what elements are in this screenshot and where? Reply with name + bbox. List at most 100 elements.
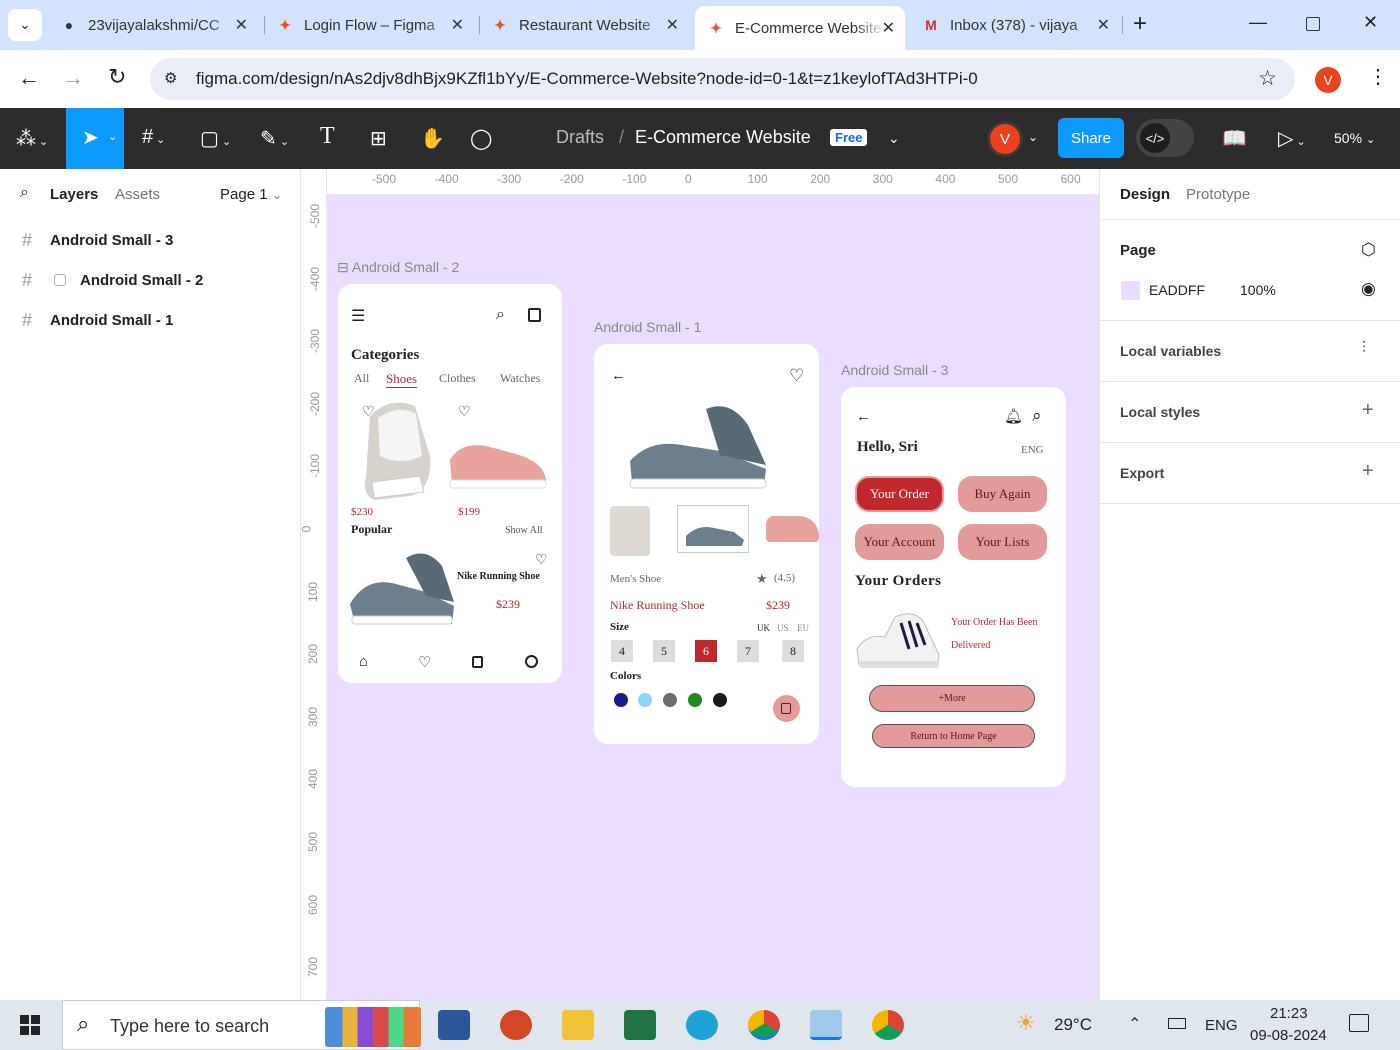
frame-label-android-small-3[interactable]: Android Small - 3 (841, 362, 948, 378)
search-icon[interactable]: ⌕ (20, 184, 29, 202)
powerpoint-icon[interactable] (500, 1010, 532, 1040)
size-unit-us[interactable]: US (777, 623, 789, 633)
clock-time[interactable]: 21:23 (1270, 1005, 1308, 1022)
share-button[interactable]: Share (1058, 118, 1124, 158)
url-field[interactable]: ⚙ figma.com/design/nAs2djv8dhBjx9KZfl1bY… (150, 58, 1295, 100)
close-icon[interactable]: ✕ (451, 15, 464, 35)
show-all-link[interactable]: Show All (505, 525, 543, 536)
battery-icon[interactable] (1168, 1018, 1186, 1029)
thumbnail-grey-shoe-selected[interactable] (677, 505, 749, 553)
export-row[interactable]: Export + (1100, 443, 1400, 504)
more-button[interactable]: +More (869, 685, 1035, 712)
page-opacity[interactable]: 100% (1240, 282, 1276, 298)
hamburger-menu-icon[interactable]: ☰ (351, 306, 365, 326)
bookmark-star-icon[interactable]: ☆ (1258, 66, 1277, 91)
tab-github[interactable]: ● 23vijayalakshmi/CC ✕ (48, 8, 258, 42)
category-tab-watches[interactable]: Watches (500, 371, 540, 386)
search-icon[interactable]: ⌕ (496, 306, 505, 324)
back-arrow-icon[interactable]: ← (856, 408, 871, 425)
size-option[interactable]: 7 (737, 640, 759, 662)
size-option[interactable]: 5 (653, 640, 675, 662)
frame-label-android-small-1[interactable]: Android Small - 1 (594, 319, 701, 335)
size-option[interactable]: 8 (782, 640, 804, 662)
bell-icon[interactable]: 🔔︎ (1004, 407, 1023, 425)
hand-tool-icon[interactable]: ✋ (420, 126, 445, 151)
tab-prototype[interactable]: Prototype (1186, 186, 1250, 203)
weather-icon[interactable]: ☀ (1016, 1010, 1036, 1036)
thumbnail-pink-shoe[interactable] (766, 516, 819, 542)
size-unit-uk[interactable]: UK (757, 623, 770, 633)
frame-android-small-2[interactable]: ☰ ⌕ Categories All Shoes Clothes Watches… (338, 284, 562, 683)
heart-icon[interactable]: ♡ (789, 366, 804, 386)
site-info-icon[interactable]: ⚙ (164, 69, 177, 87)
reload-icon[interactable]: ↻ (108, 64, 126, 90)
sliders-icon[interactable]: ⫶ (1362, 340, 1366, 358)
close-icon[interactable]: ✕ (882, 18, 895, 38)
plus-icon[interactable]: + (1362, 399, 1374, 422)
zoom-level[interactable]: 50% ⌄ (1334, 130, 1376, 146)
chrome-icon[interactable] (872, 1010, 904, 1040)
local-styles-row[interactable]: Local styles + (1100, 382, 1400, 443)
hexagon-icon[interactable]: ⬡ (1361, 240, 1376, 260)
chevron-down-icon[interactable]: ⌄ (1028, 130, 1038, 144)
figma-menu-icon[interactable]: ⁂ ⌄ (16, 126, 48, 151)
back-icon[interactable]: ← (18, 65, 40, 91)
file-explorer-icon[interactable] (562, 1010, 594, 1040)
shape-tool-icon[interactable]: ▢ ⌄ (200, 126, 231, 151)
pen-tool-icon[interactable]: ✎ ⌄ (260, 126, 289, 151)
chevron-down-icon[interactable]: ⌄ (888, 130, 900, 147)
page-selector[interactable]: Page 1 ⌄ (220, 186, 282, 203)
return-home-button[interactable]: Return to Home Page (872, 724, 1035, 748)
back-arrow-icon[interactable]: ← (611, 367, 626, 384)
forward-icon[interactable]: → (62, 65, 84, 91)
restore-icon[interactable] (1306, 17, 1320, 31)
color-swatch-black[interactable] (713, 693, 727, 707)
dev-mode-toggle[interactable]: </> (1136, 119, 1194, 157)
tab-restaurant[interactable]: ✦ Restaurant Website ✕ (479, 8, 689, 42)
user-avatar[interactable]: V (990, 124, 1020, 154)
color-swatch-grey[interactable] (663, 693, 677, 707)
excel-icon[interactable] (624, 1010, 656, 1040)
text-tool-icon[interactable]: T (320, 123, 335, 150)
chevron-up-icon[interactable]: ⌃ (1128, 1014, 1141, 1034)
eye-icon[interactable]: ◉ (1361, 279, 1376, 299)
chrome-profile-icon[interactable] (748, 1010, 780, 1040)
your-order-button[interactable]: Your Order (855, 476, 944, 512)
layer-android-small-2[interactable]: # Android Small - 2 (0, 260, 300, 300)
page-color-hex[interactable]: EADDFF (1149, 282, 1205, 298)
breadcrumb-drafts[interactable]: Drafts (556, 127, 604, 148)
clock-date[interactable]: 09-08-2024 (1250, 1027, 1327, 1044)
word-icon[interactable] (438, 1010, 470, 1040)
new-tab-icon[interactable]: + (1133, 10, 1147, 38)
profile-avatar[interactable]: V (1315, 67, 1341, 93)
heart-icon[interactable]: ♡ (535, 551, 548, 568)
tab-search-dropdown[interactable]: ⌄ (8, 9, 42, 41)
weather-temp[interactable]: 29°C (1054, 1015, 1092, 1035)
design-canvas[interactable]: -500 -400 -300 -200 -100 0 100 200 300 400 500 600 … (301, 169, 1099, 1000)
your-account-button[interactable]: Your Account (855, 524, 944, 560)
heart-icon[interactable]: ♡ (458, 403, 471, 420)
plus-icon[interactable]: + (1362, 460, 1374, 483)
color-swatch-navy[interactable] (614, 693, 628, 707)
move-tool[interactable]: ➤ ⌄ (66, 108, 124, 169)
notification-icon[interactable] (1349, 1014, 1369, 1032)
close-icon[interactable]: ✕ (666, 15, 679, 35)
color-swatch-light-blue[interactable] (638, 693, 652, 707)
minimize-icon[interactable]: — (1249, 12, 1267, 33)
close-icon[interactable]: ✕ (235, 15, 248, 35)
layer-android-small-3[interactable]: # Android Small - 3 (0, 220, 300, 260)
resources-icon[interactable]: ⊞ (370, 126, 387, 151)
file-name[interactable]: E-Commerce Website (635, 127, 811, 148)
language-label[interactable]: ENG (1021, 444, 1044, 456)
comment-icon[interactable]: ◯ (470, 126, 492, 151)
present-play-icon[interactable]: ▷ ⌄ (1278, 126, 1306, 151)
size-option[interactable]: 4 (611, 640, 633, 662)
library-book-icon[interactable]: 📖 (1222, 126, 1247, 151)
search-icon[interactable]: ⌕ (1032, 406, 1042, 426)
category-tab-shoes[interactable]: Shoes (386, 371, 418, 388)
notepad-icon[interactable] (810, 1010, 842, 1040)
home-icon[interactable]: ⌂ (359, 653, 368, 670)
category-tab-all[interactable]: All (354, 371, 369, 386)
size-unit-eu[interactable]: EU (797, 623, 809, 633)
input-language[interactable]: ENG (1205, 1017, 1238, 1034)
